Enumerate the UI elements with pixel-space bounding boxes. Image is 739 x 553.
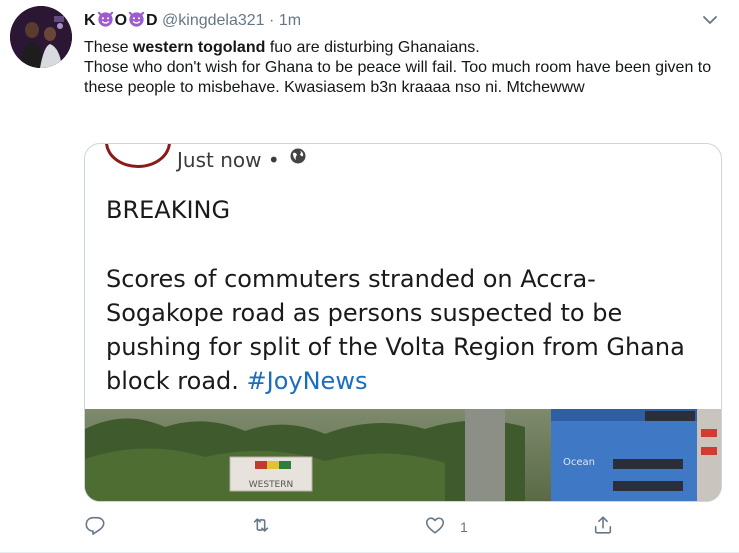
share-icon	[592, 514, 614, 541]
share-button[interactable]	[592, 512, 614, 542]
text-span: These	[84, 39, 133, 56]
embedded-body: Scores of commuters stranded on Accra-So…	[106, 265, 685, 395]
bold-text: western togoland	[132, 39, 266, 56]
retweet-icon	[250, 514, 272, 541]
chevron-down-icon[interactable]	[699, 10, 721, 30]
embedded-breaking-label: BREAKING	[106, 196, 231, 224]
author-name-part: D	[146, 12, 158, 29]
news-photo: WESTERN Ocean	[85, 409, 721, 501]
like-button[interactable]: 1	[424, 512, 468, 542]
smiling-devil-emoji-icon	[127, 9, 146, 34]
author-handle[interactable]: @kingdela321	[162, 12, 265, 29]
embedded-separator: •	[267, 148, 280, 172]
tweet-header: K O D @kingdela321 · 1m	[84, 9, 301, 34]
heart-icon	[424, 514, 446, 541]
globe-icon	[289, 147, 307, 165]
retweet-button[interactable]	[250, 512, 272, 542]
reply-button[interactable]	[84, 512, 106, 542]
like-count: 1	[460, 519, 468, 535]
tweet-time[interactable]: 1m	[279, 12, 301, 29]
embedded-avatar	[105, 144, 171, 168]
embedded-body-text: Scores of commuters stranded on Accra-So…	[106, 262, 706, 398]
embedded-hashtag: #JoyNews	[246, 367, 368, 395]
avatar[interactable]	[10, 6, 72, 68]
tweet[interactable]: K O D @kingdela321 · 1m These western togo…	[0, 0, 739, 553]
sign-text: Ocean	[563, 457, 595, 468]
author-name-part: K	[84, 12, 96, 29]
separator-dot: ·	[269, 12, 275, 29]
tweet-actions: 1	[84, 512, 644, 542]
tweet-line-2: Those who don't wish for Ghana to be pea…	[84, 59, 712, 96]
embedded-time: Just now •	[177, 148, 280, 172]
author-name[interactable]: KOD	[84, 11, 158, 29]
avatar-photo	[10, 6, 72, 68]
author-name-part: O	[114, 12, 128, 29]
text-span: fuo are disturbing Ghanaians.	[265, 39, 480, 56]
embedded-time-text: Just now	[177, 148, 262, 172]
reply-icon	[84, 514, 106, 541]
tweet-line-1: These western togoland fuo are disturbin…	[84, 38, 724, 58]
tweet-text: These western togoland fuo are disturbin…	[84, 38, 724, 98]
embedded-image-card[interactable]: Just now • BREAKING Scores of commuters …	[84, 143, 722, 502]
smiling-devil-emoji-icon	[96, 9, 115, 34]
banner-text: WESTERN	[249, 480, 293, 490]
